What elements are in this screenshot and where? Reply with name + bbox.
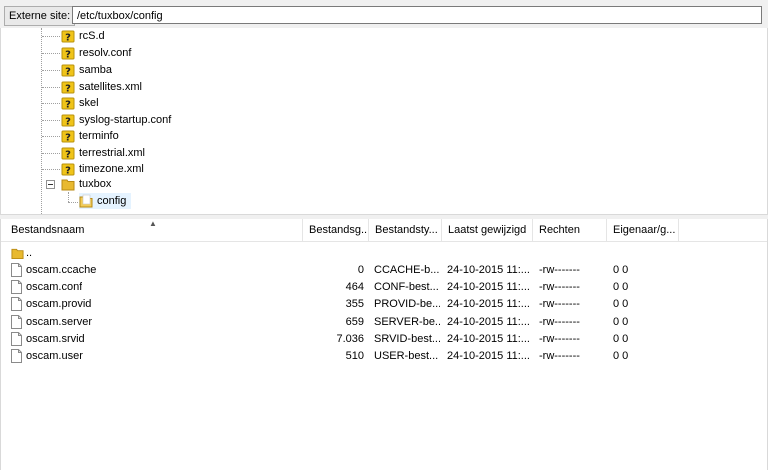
file-permissions: -rw------- [539, 333, 580, 345]
file-icon [11, 280, 22, 294]
svg-text:?: ? [65, 166, 71, 177]
tree-item-label: satellites.xml [79, 81, 142, 93]
file-size: 659 [345, 316, 364, 328]
question-folder-icon: ? [61, 47, 75, 61]
file-permissions: -rw------- [539, 264, 580, 276]
file-icon [11, 297, 22, 311]
column-header-modified[interactable]: Laatst gewijzigd [442, 219, 533, 241]
remote-site-bar: Externe site: /etc/tuxbox/config [0, 0, 768, 29]
file-owner: 0 0 [613, 316, 629, 328]
table-row[interactable]: oscam.ccache 0 CCACHE-b... 24-10-2015 11… [1, 262, 767, 279]
file-type: PROVID-be... [374, 298, 440, 310]
remote-file-list[interactable]: Bestandsnaam ▲ Bestandsg... Bestandsty..… [0, 219, 768, 470]
open-folder-icon [79, 194, 93, 208]
table-row[interactable]: oscam.provid 355 PROVID-be... 24-10-2015… [1, 296, 767, 313]
file-name: oscam.user [26, 350, 83, 362]
file-modified: 24-10-2015 11:... [447, 281, 530, 293]
file-name: oscam.conf [26, 281, 83, 293]
file-type: CCACHE-b... [374, 264, 440, 276]
table-row[interactable]: oscam.conf 464 CONF-best... 24-10-2015 1… [1, 279, 767, 296]
svg-text:?: ? [65, 117, 71, 128]
column-header-size[interactable]: Bestandsg... [303, 219, 369, 241]
file-name: oscam.provid [26, 298, 92, 310]
file-type: CONF-best... [374, 281, 439, 293]
tree-item-label: syslog-startup.conf [79, 114, 172, 126]
file-owner: 0 0 [613, 281, 629, 293]
file-modified: 24-10-2015 11:... [447, 298, 530, 310]
column-header-row: Bestandsnaam ▲ Bestandsg... Bestandsty..… [1, 219, 767, 242]
file-icon [11, 315, 22, 329]
question-folder-icon: ? [61, 163, 75, 177]
tree-item-label: terminfo [79, 130, 119, 142]
question-folder-icon: ? [61, 97, 75, 111]
folder-icon [11, 248, 24, 260]
tree-item-label: rcS.d [79, 30, 105, 42]
file-type: SRVID-best... [374, 333, 440, 345]
table-row[interactable]: oscam.server 659 SERVER-be... 24-10-2015… [1, 314, 767, 331]
tree-item-label: skel [79, 97, 99, 109]
file-owner: 0 0 [613, 298, 629, 310]
svg-text:?: ? [65, 100, 71, 111]
svg-text:?: ? [65, 150, 71, 161]
remote-site-label: Externe site: [4, 6, 76, 26]
tree-item-label: tuxbox [79, 178, 112, 190]
file-permissions: -rw------- [539, 281, 580, 293]
file-modified: 24-10-2015 11:... [447, 316, 530, 328]
file-icon [11, 332, 22, 346]
svg-text:?: ? [65, 50, 71, 61]
file-size: 0 [357, 264, 364, 276]
collapse-toggle[interactable] [46, 180, 55, 189]
file-name: oscam.ccache [26, 264, 97, 276]
file-size: 464 [345, 281, 364, 293]
question-folder-icon: ? [61, 30, 75, 44]
file-owner: 0 0 [613, 350, 629, 362]
column-header-owner[interactable]: Eigenaar/g... [607, 219, 679, 241]
file-type: SERVER-be... [374, 316, 440, 328]
svg-text:?: ? [65, 133, 71, 144]
remote-path-input[interactable]: /etc/tuxbox/config [72, 6, 762, 24]
file-name: oscam.server [26, 316, 93, 328]
file-permissions: -rw------- [539, 316, 580, 328]
parent-directory-label: .. [26, 247, 33, 259]
column-header-permissions[interactable]: Rechten [533, 219, 607, 241]
tree-item-label: timezone.xml [79, 163, 144, 175]
remote-directory-tree[interactable]: ? rcS.d ? resolv.conf ? samba ? satellit… [0, 28, 768, 214]
file-modified: 24-10-2015 11:... [447, 333, 530, 345]
table-row[interactable]: oscam.user 510 USER-best... 24-10-2015 1… [1, 348, 767, 365]
tree-item-config[interactable]: config [79, 193, 131, 209]
file-permissions: -rw------- [539, 350, 580, 362]
folder-icon [61, 179, 75, 191]
file-name: oscam.srvid [26, 333, 85, 345]
question-folder-icon: ? [61, 114, 75, 128]
tree-guide-line [41, 28, 42, 214]
column-header-type[interactable]: Bestandsty... [369, 219, 442, 241]
file-size: 355 [345, 298, 364, 310]
question-folder-icon: ? [61, 130, 75, 144]
question-folder-icon: ? [61, 147, 75, 161]
file-owner: 0 0 [613, 333, 629, 345]
file-icon [11, 349, 22, 363]
svg-text:?: ? [65, 67, 71, 78]
file-size: 7.036 [336, 333, 364, 345]
sort-ascending-icon: ▲ [149, 219, 157, 228]
file-modified: 24-10-2015 11:... [447, 350, 530, 362]
tree-item-label: resolv.conf [79, 47, 132, 59]
file-icon [11, 263, 22, 277]
table-row[interactable]: oscam.srvid 7.036 SRVID-best... 24-10-20… [1, 331, 767, 348]
file-size: 510 [345, 350, 364, 362]
file-owner: 0 0 [613, 264, 629, 276]
svg-text:?: ? [65, 33, 71, 44]
file-type: USER-best... [374, 350, 439, 362]
tree-item-label: samba [79, 64, 113, 76]
tree-item-label: terrestrial.xml [79, 147, 146, 159]
tree-item-label: config [97, 195, 127, 207]
question-folder-icon: ? [61, 81, 75, 95]
question-folder-icon: ? [61, 64, 75, 78]
parent-directory-row[interactable]: .. [1, 245, 767, 262]
file-permissions: -rw------- [539, 298, 580, 310]
svg-text:?: ? [65, 84, 71, 95]
file-modified: 24-10-2015 11:... [447, 264, 530, 276]
